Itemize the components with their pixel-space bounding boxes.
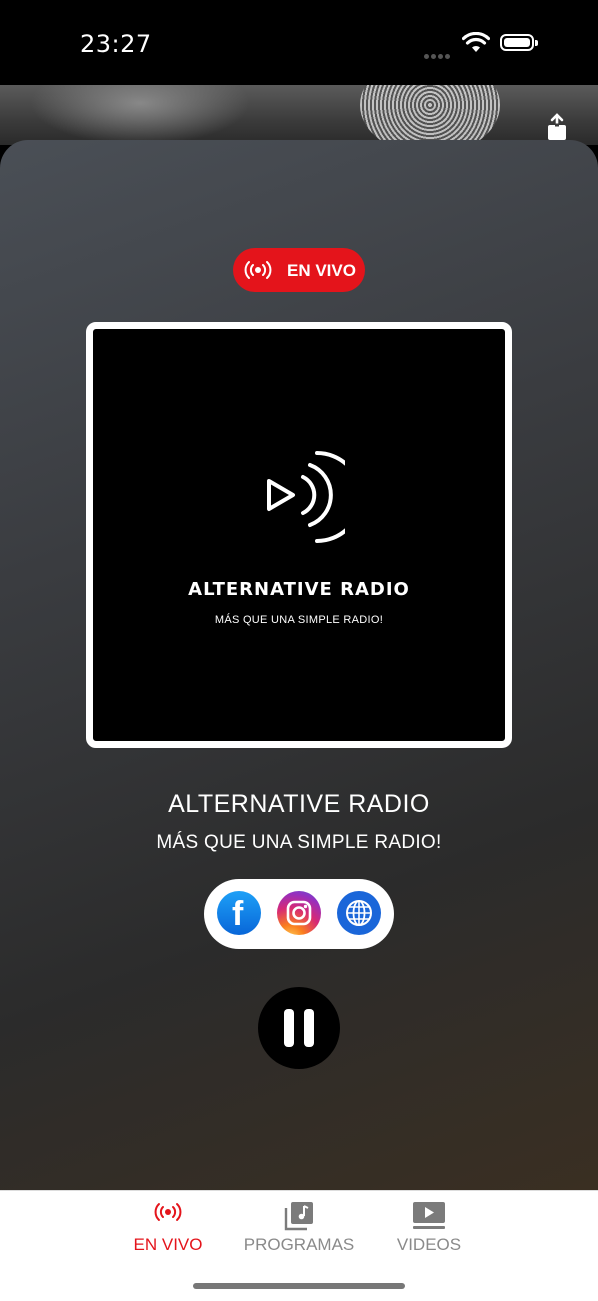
video-icon bbox=[413, 1202, 445, 1229]
tab-en-vivo[interactable]: EN VIVO bbox=[98, 1191, 238, 1271]
cellular-signal-icon bbox=[424, 46, 452, 64]
wifi-icon bbox=[462, 32, 490, 52]
social-links: f bbox=[204, 879, 394, 949]
artwork-subtitle: MÁS QUE UNA SIMPLE RADIO! bbox=[214, 614, 384, 626]
share-icon[interactable] bbox=[545, 113, 569, 143]
artwork-title: ALTERNATIVE RADIO bbox=[188, 579, 410, 600]
tab-label: PROGRAMAS bbox=[243, 1235, 355, 1254]
tab-videos[interactable]: VIDEOS bbox=[359, 1191, 499, 1271]
tab-label: EN VIVO bbox=[133, 1235, 203, 1254]
play-waves-logo-icon bbox=[267, 451, 345, 543]
facebook-icon[interactable]: f bbox=[217, 891, 261, 935]
station-subtitle: MÁS QUE UNA SIMPLE RADIO! bbox=[156, 832, 442, 853]
live-badge-label: EN VIVO bbox=[287, 261, 356, 280]
microphone-image bbox=[360, 85, 500, 145]
station-artwork: ALTERNATIVE RADIO MÁS QUE UNA SIMPLE RAD… bbox=[86, 322, 512, 748]
instagram-icon[interactable] bbox=[277, 891, 321, 935]
tab-programas[interactable]: PROGRAMAS bbox=[229, 1191, 369, 1271]
pause-button[interactable] bbox=[258, 987, 340, 1069]
status-time: 23:27 bbox=[80, 30, 152, 58]
broadcast-icon bbox=[244, 261, 272, 279]
home-indicator bbox=[193, 1283, 405, 1289]
battery-icon bbox=[500, 34, 538, 51]
station-title: ALTERNATIVE RADIO bbox=[168, 790, 430, 818]
music-library-icon bbox=[284, 1202, 313, 1231]
tab-label: VIDEOS bbox=[396, 1235, 462, 1254]
tab-bar: EN VIVO PROGRAMAS VIDEOS bbox=[0, 1190, 598, 1301]
header-background-image bbox=[0, 85, 598, 145]
live-badge: EN VIVO bbox=[233, 248, 365, 292]
status-bar: 23:27 bbox=[0, 0, 598, 85]
broadcast-icon bbox=[154, 1203, 182, 1221]
globe-icon[interactable] bbox=[337, 891, 381, 935]
player-card: EN VIVO ALTERNATIVE RADIO MÁS QUE UNA SI… bbox=[0, 140, 598, 1192]
